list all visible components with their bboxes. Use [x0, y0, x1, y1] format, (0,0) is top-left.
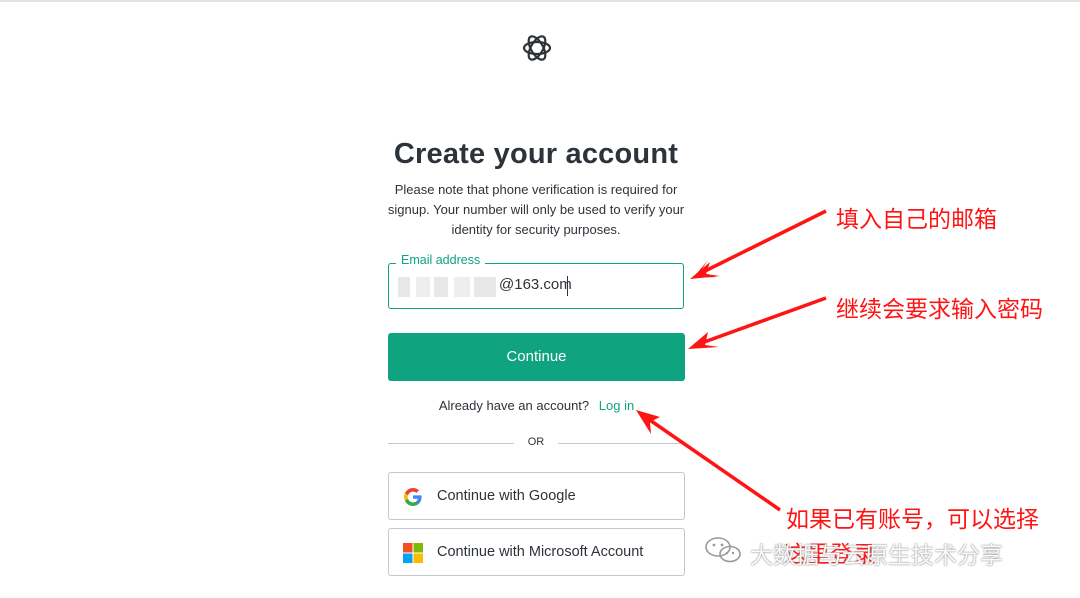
top-border — [0, 0, 1080, 2]
page-title: Create your account — [393, 138, 679, 170]
google-icon — [404, 488, 422, 506]
email-value: @163.com — [499, 276, 572, 293]
continue-with-microsoft-button[interactable]: Continue with Microsoft Account — [388, 528, 685, 576]
annotation-continue-password: 继续会要求输入密码 — [836, 297, 1043, 323]
email-field-label: Email address — [396, 253, 486, 267]
or-divider-left — [388, 443, 514, 444]
microsoft-icon — [403, 543, 423, 563]
text-caret — [567, 276, 568, 296]
watermark-text: 大数据与云原生技术分享 — [750, 543, 1003, 569]
page-subtitle: Please note that phone verification is r… — [387, 182, 685, 237]
login-prompt: Already have an account? Log in — [388, 398, 685, 413]
email-redacted-part — [398, 277, 498, 297]
annotation-login-line1: 如果已有账号，可以选择 — [786, 507, 1039, 533]
annotation-fill-email: 填入自己的邮箱 — [836, 207, 997, 233]
arrow-to-continue-button — [688, 296, 827, 349]
login-link[interactable]: Log in — [599, 398, 634, 413]
or-divider-text: OR — [527, 436, 545, 448]
arrow-to-email-field — [690, 209, 827, 279]
microsoft-button-label: Continue with Microsoft Account — [437, 544, 644, 560]
or-divider-right — [558, 443, 685, 444]
continue-with-google-button[interactable]: Continue with Google — [388, 472, 685, 520]
openai-logo-icon — [522, 35, 552, 61]
wechat-icon — [705, 537, 741, 563]
google-button-label: Continue with Google — [437, 488, 576, 504]
already-have-account-text: Already have an account? — [438, 398, 590, 413]
continue-button[interactable]: Continue — [388, 333, 685, 381]
